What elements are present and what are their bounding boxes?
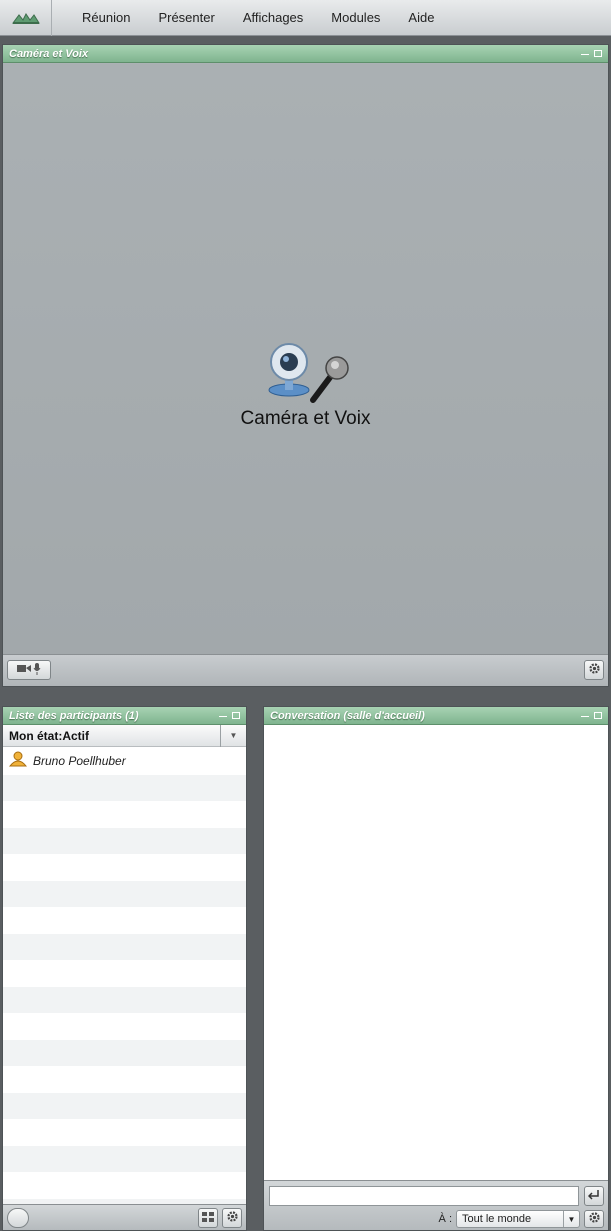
list-item [3,986,246,1013]
chat-message-input[interactable] [269,1186,579,1206]
participants-panel-title: Liste des participants (1) [9,709,139,722]
recipient-label: À : [438,1213,452,1225]
chat-message-log [264,726,608,1180]
maximize-icon[interactable] [232,712,240,719]
camera-voice-panel: Caméra et Voix Caméra et Voix [2,44,609,687]
send-message-button[interactable] [584,1186,604,1206]
menu-presenter[interactable]: Présenter [158,10,214,25]
my-status-dropdown[interactable]: Mon état:Actif ▼ [3,724,246,747]
list-item [3,1119,246,1146]
list-item [3,774,246,801]
list-item [3,801,246,828]
microphone-icon [33,662,41,678]
menu-bar: Réunion Présenter Affichages Modules Aid… [0,0,611,36]
camera-toolbar [3,654,608,686]
list-item [3,1039,246,1066]
list-item [3,1092,246,1119]
minimize-icon[interactable] [581,54,589,55]
minimize-icon[interactable] [581,716,589,717]
participants-layout-button[interactable] [198,1208,218,1228]
list-item[interactable]: Bruno Poellhuber [3,748,246,775]
participant-name: Bruno Poellhuber [33,754,126,769]
camera-mic-toggle-button[interactable] [7,660,51,680]
app-logo-icon [0,0,52,36]
gear-icon [588,662,601,678]
raise-hand-button[interactable] [7,1208,29,1228]
enter-icon [587,1189,600,1203]
chevron-down-icon[interactable]: ▼ [563,1211,579,1227]
list-item [3,1145,246,1172]
list-item [3,854,246,881]
chat-panel-title: Conversation (salle d'accueil) [270,709,425,722]
menu-modules[interactable]: Modules [331,10,380,25]
grid-icon [202,1211,214,1225]
menu-reunion[interactable]: Réunion [82,10,130,25]
list-item [3,1066,246,1093]
list-item [3,907,246,934]
participants-list: Bruno Poellhuber [3,748,246,1204]
chat-settings-button[interactable] [584,1210,604,1228]
list-item [3,880,246,907]
participants-panel: Liste des participants (1) Mon état:Acti… [2,706,247,1231]
chat-panel-titlebar[interactable]: Conversation (salle d'accueil) [264,707,608,725]
gear-icon [226,1210,239,1226]
camera-center-label: Caméra et Voix [240,408,371,429]
user-presenter-icon [8,751,28,772]
recipient-select[interactable]: Tout le monde ▼ [456,1210,580,1228]
camera-settings-button[interactable] [584,660,604,680]
menu-affichages[interactable]: Affichages [243,10,303,25]
participants-panel-titlebar[interactable]: Liste des participants (1) [3,707,246,725]
gear-icon [588,1211,601,1227]
chevron-down-icon[interactable]: ▼ [220,724,246,747]
recipient-value: Tout le monde [462,1213,532,1225]
webcam-microphone-icon [268,343,349,403]
minimize-icon[interactable] [219,716,227,717]
camera-area: Caméra et Voix [3,64,608,655]
chat-panel: Conversation (salle d'accueil) À : Tout … [263,706,609,1231]
participants-settings-button[interactable] [222,1208,242,1228]
list-item [3,1013,246,1040]
my-status-label: Mon état:Actif [9,728,89,743]
list-item [3,827,246,854]
maximize-icon[interactable] [594,50,602,57]
list-item [3,1172,246,1199]
camera-panel-title: Caméra et Voix [9,47,89,60]
participants-toolbar [3,1204,246,1230]
menu-aide[interactable]: Aide [408,10,434,25]
camera-panel-titlebar[interactable]: Caméra et Voix [3,45,608,63]
chat-toolbar: À : Tout le monde ▼ [264,1180,608,1230]
list-item [3,960,246,987]
video-camera-icon [17,664,31,676]
list-item [3,933,246,960]
maximize-icon[interactable] [594,712,602,719]
